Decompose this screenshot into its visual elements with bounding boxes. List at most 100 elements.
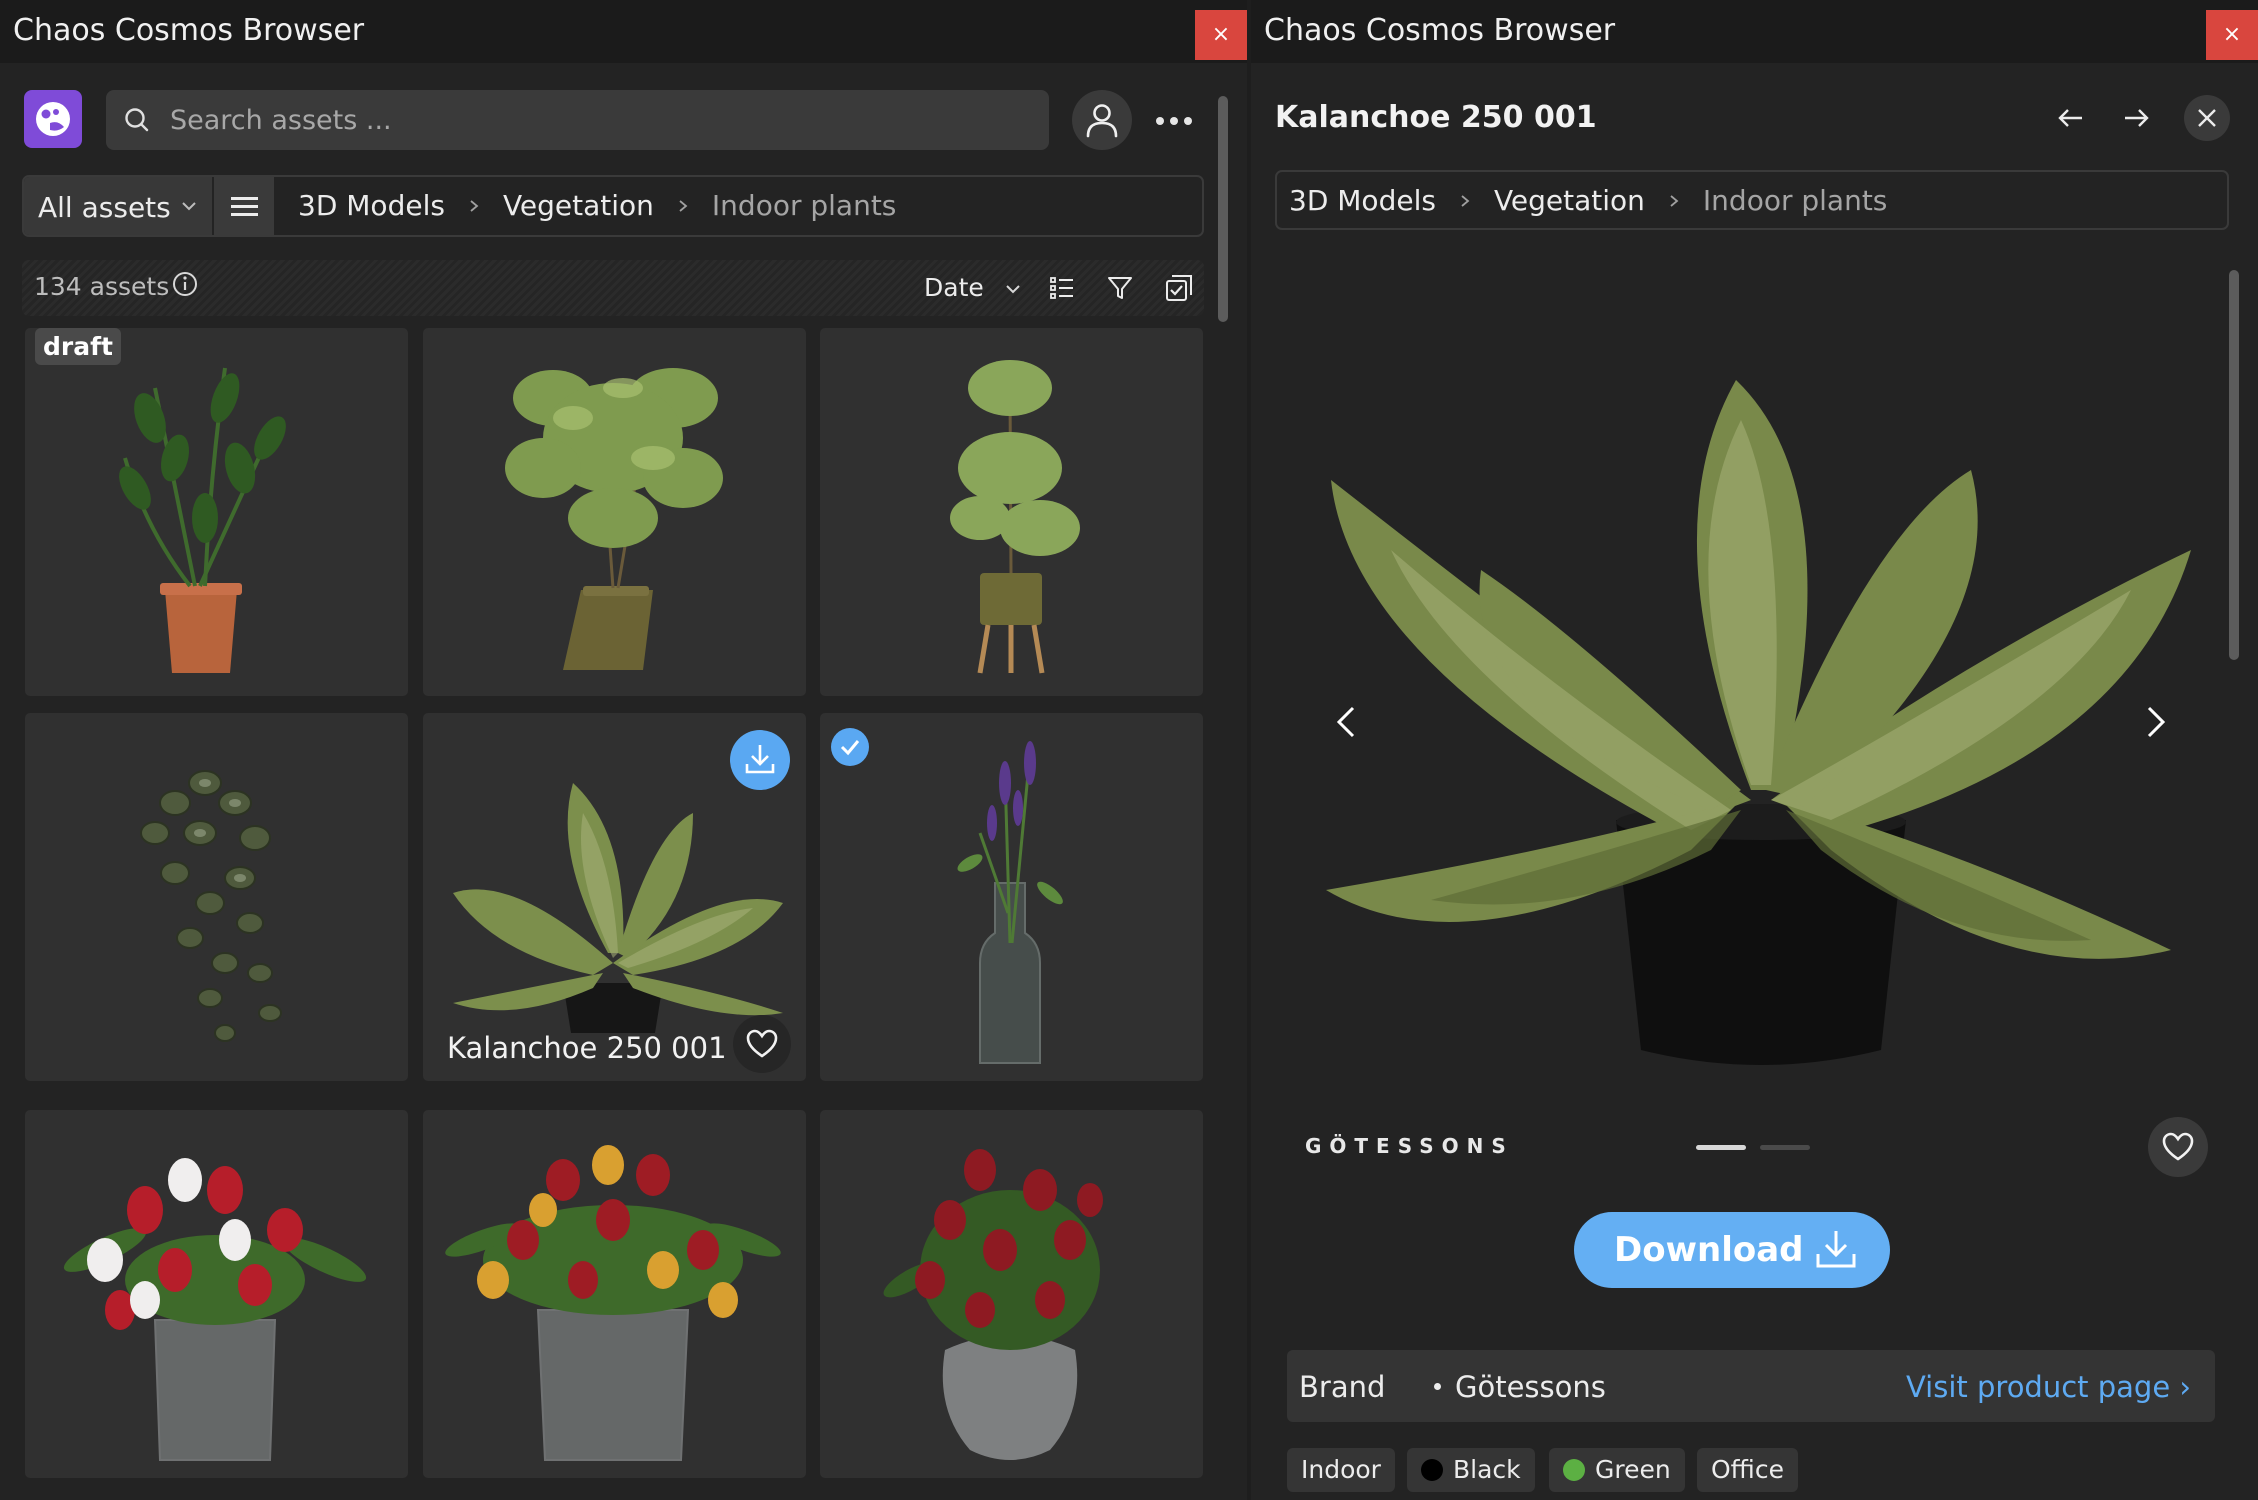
chevron-right-icon (679, 199, 688, 212)
all-assets-dropdown[interactable]: All assets (24, 177, 212, 235)
tag-black[interactable]: Black (1407, 1448, 1535, 1492)
download-label: Download (1614, 1230, 1804, 1270)
bamboo-palm-thumbnail-icon (505, 368, 723, 670)
carousel-next-icon[interactable] (2141, 702, 2171, 742)
sort-order-icon[interactable] (1048, 274, 1076, 302)
detail-breadcrumb-box: 3D Models Vegetation Indoor plants (1275, 170, 2229, 230)
sort-dropdown[interactable]: Date (924, 273, 984, 302)
window-title: Chaos Cosmos Browser (1264, 13, 1616, 48)
breadcrumb-vegetation[interactable]: Vegetation (503, 189, 654, 222)
search-icon (125, 108, 149, 132)
heart-icon (746, 1029, 778, 1058)
window-title: Chaos Cosmos Browser (13, 13, 365, 48)
zz-plant-thumbnail-icon (119, 367, 286, 673)
breadcrumb: 3D Models Vegetation Indoor plants (1289, 184, 1887, 217)
visit-product-page-link[interactable]: Visit product page › (1906, 1370, 2191, 1404)
color-swatch-icon (1563, 1459, 1585, 1481)
close-icon (2198, 109, 2216, 127)
breadcrumb-vegetation[interactable]: Vegetation (1494, 184, 1645, 217)
tag-green[interactable]: Green (1549, 1448, 1685, 1492)
window-close-button[interactable]: × (2206, 10, 2258, 60)
chevron-right-icon (1461, 194, 1470, 207)
lavender-bottle-thumbnail-icon (957, 741, 1063, 1064)
carousel-dot[interactable] (1760, 1145, 1810, 1150)
tag-indoor[interactable]: Indoor (1287, 1448, 1395, 1492)
menu-line-icon (231, 213, 258, 216)
title-bar: Chaos Cosmos Browser × (0, 0, 1247, 63)
red-white-tulips-thumbnail-icon (63, 1158, 367, 1461)
asset-count: 134 assets (34, 272, 170, 301)
brand-logo: GÖTESSONS (1305, 1134, 1514, 1158)
mixed-tulips-thumbnail-icon (445, 1145, 781, 1461)
menu-line-icon (231, 205, 258, 208)
breadcrumb-3d-models[interactable]: 3D Models (1289, 184, 1436, 217)
hanging-peperomia-thumbnail-icon (140, 770, 282, 1042)
breadcrumb-3d-models[interactable]: 3D Models (298, 189, 445, 222)
download-icon (1816, 1231, 1856, 1268)
asset-tile[interactable] (423, 1110, 806, 1478)
filter-icon[interactable] (1106, 274, 1134, 302)
asset-tile[interactable] (25, 713, 408, 1081)
asset-tile[interactable] (820, 328, 1203, 696)
breadcrumb: 3D Models Vegetation Indoor plants (298, 189, 896, 222)
chevron-right-icon (470, 199, 479, 212)
asset-detail-title: Kalanchoe 250 001 (1275, 100, 1597, 135)
carousel-dot-active[interactable] (1696, 1145, 1746, 1150)
window-close-button[interactable]: × (1195, 10, 1247, 60)
asset-grid: draft Kalanchoe 250 001 (25, 328, 1203, 1500)
all-assets-label: All assets (38, 191, 171, 224)
asset-preview-image (1311, 330, 2191, 1110)
breadcrumb-indoor-plants: Indoor plants (711, 189, 897, 222)
search-bar (106, 90, 1049, 150)
asset-tile[interactable] (820, 1110, 1203, 1478)
favorite-button[interactable] (2148, 1117, 2208, 1177)
bullet-icon (1434, 1383, 1441, 1390)
chevron-down-icon[interactable] (1004, 282, 1022, 296)
info-icon[interactable] (171, 270, 199, 298)
draft-badge: draft (35, 328, 121, 365)
detail-scrollbar[interactable] (2229, 270, 2239, 660)
kalanchoe-preview-icon (1326, 380, 2191, 1065)
chevron-right-icon (1670, 194, 1679, 207)
user-profile-button[interactable] (1072, 90, 1132, 150)
tree-on-stand-thumbnail-icon (950, 360, 1080, 674)
heart-icon (2162, 1132, 2194, 1161)
cosmos-browser-window-right: Chaos Cosmos Browser × Kalanchoe 250 001… (1251, 0, 2258, 1500)
menu-line-icon (231, 197, 258, 200)
breadcrumb-indoor-plants: Indoor plants (1702, 184, 1888, 217)
navigation-row: All assets 3D Models Vegetation Indoor p… (22, 175, 1204, 237)
tile-asset-name: Kalanchoe 250 001 (447, 1031, 727, 1065)
download-icon (745, 745, 775, 774)
carousel-prev-icon[interactable] (1331, 702, 1361, 742)
cosmos-logo-icon[interactable] (24, 90, 82, 148)
brand-label: Brand (1299, 1370, 1386, 1404)
asset-tile[interactable]: Kalanchoe 250 001 (423, 713, 806, 1081)
quick-download-button[interactable] (730, 730, 790, 790)
favorite-button[interactable] (733, 1015, 791, 1073)
arrow-left-icon[interactable] (2056, 103, 2086, 133)
more-dot-icon (1170, 117, 1178, 125)
asset-tile[interactable] (820, 713, 1203, 1081)
asset-tile[interactable] (423, 328, 806, 696)
cosmos-browser-window-left: Chaos Cosmos Browser × All assets (0, 0, 1247, 1500)
arrow-right-icon[interactable] (2121, 103, 2151, 133)
selected-check-icon[interactable] (831, 728, 869, 766)
tag-office[interactable]: Office (1697, 1448, 1798, 1492)
category-menu-button[interactable] (214, 177, 274, 235)
asset-tile[interactable] (25, 1110, 408, 1478)
asset-tile[interactable]: draft (25, 328, 408, 696)
brand-info-row: Brand Götessons Visit product page › (1287, 1350, 2215, 1422)
color-swatch-icon (1421, 1459, 1443, 1481)
download-button[interactable]: Download (1574, 1212, 1890, 1288)
title-bar: Chaos Cosmos Browser × (1251, 0, 2258, 63)
search-input[interactable] (170, 98, 1030, 142)
multi-select-icon[interactable] (1164, 273, 1194, 303)
user-icon (1086, 104, 1118, 138)
close-detail-button[interactable] (2184, 95, 2230, 141)
more-options-button[interactable] (1152, 100, 1196, 140)
chevron-down-icon (182, 202, 196, 211)
more-dot-icon (1184, 117, 1192, 125)
grid-scrollbar[interactable] (1218, 96, 1228, 322)
red-tulips-thumbnail-icon (883, 1149, 1103, 1460)
asset-toolbar: 134 assets Date (22, 260, 1204, 316)
